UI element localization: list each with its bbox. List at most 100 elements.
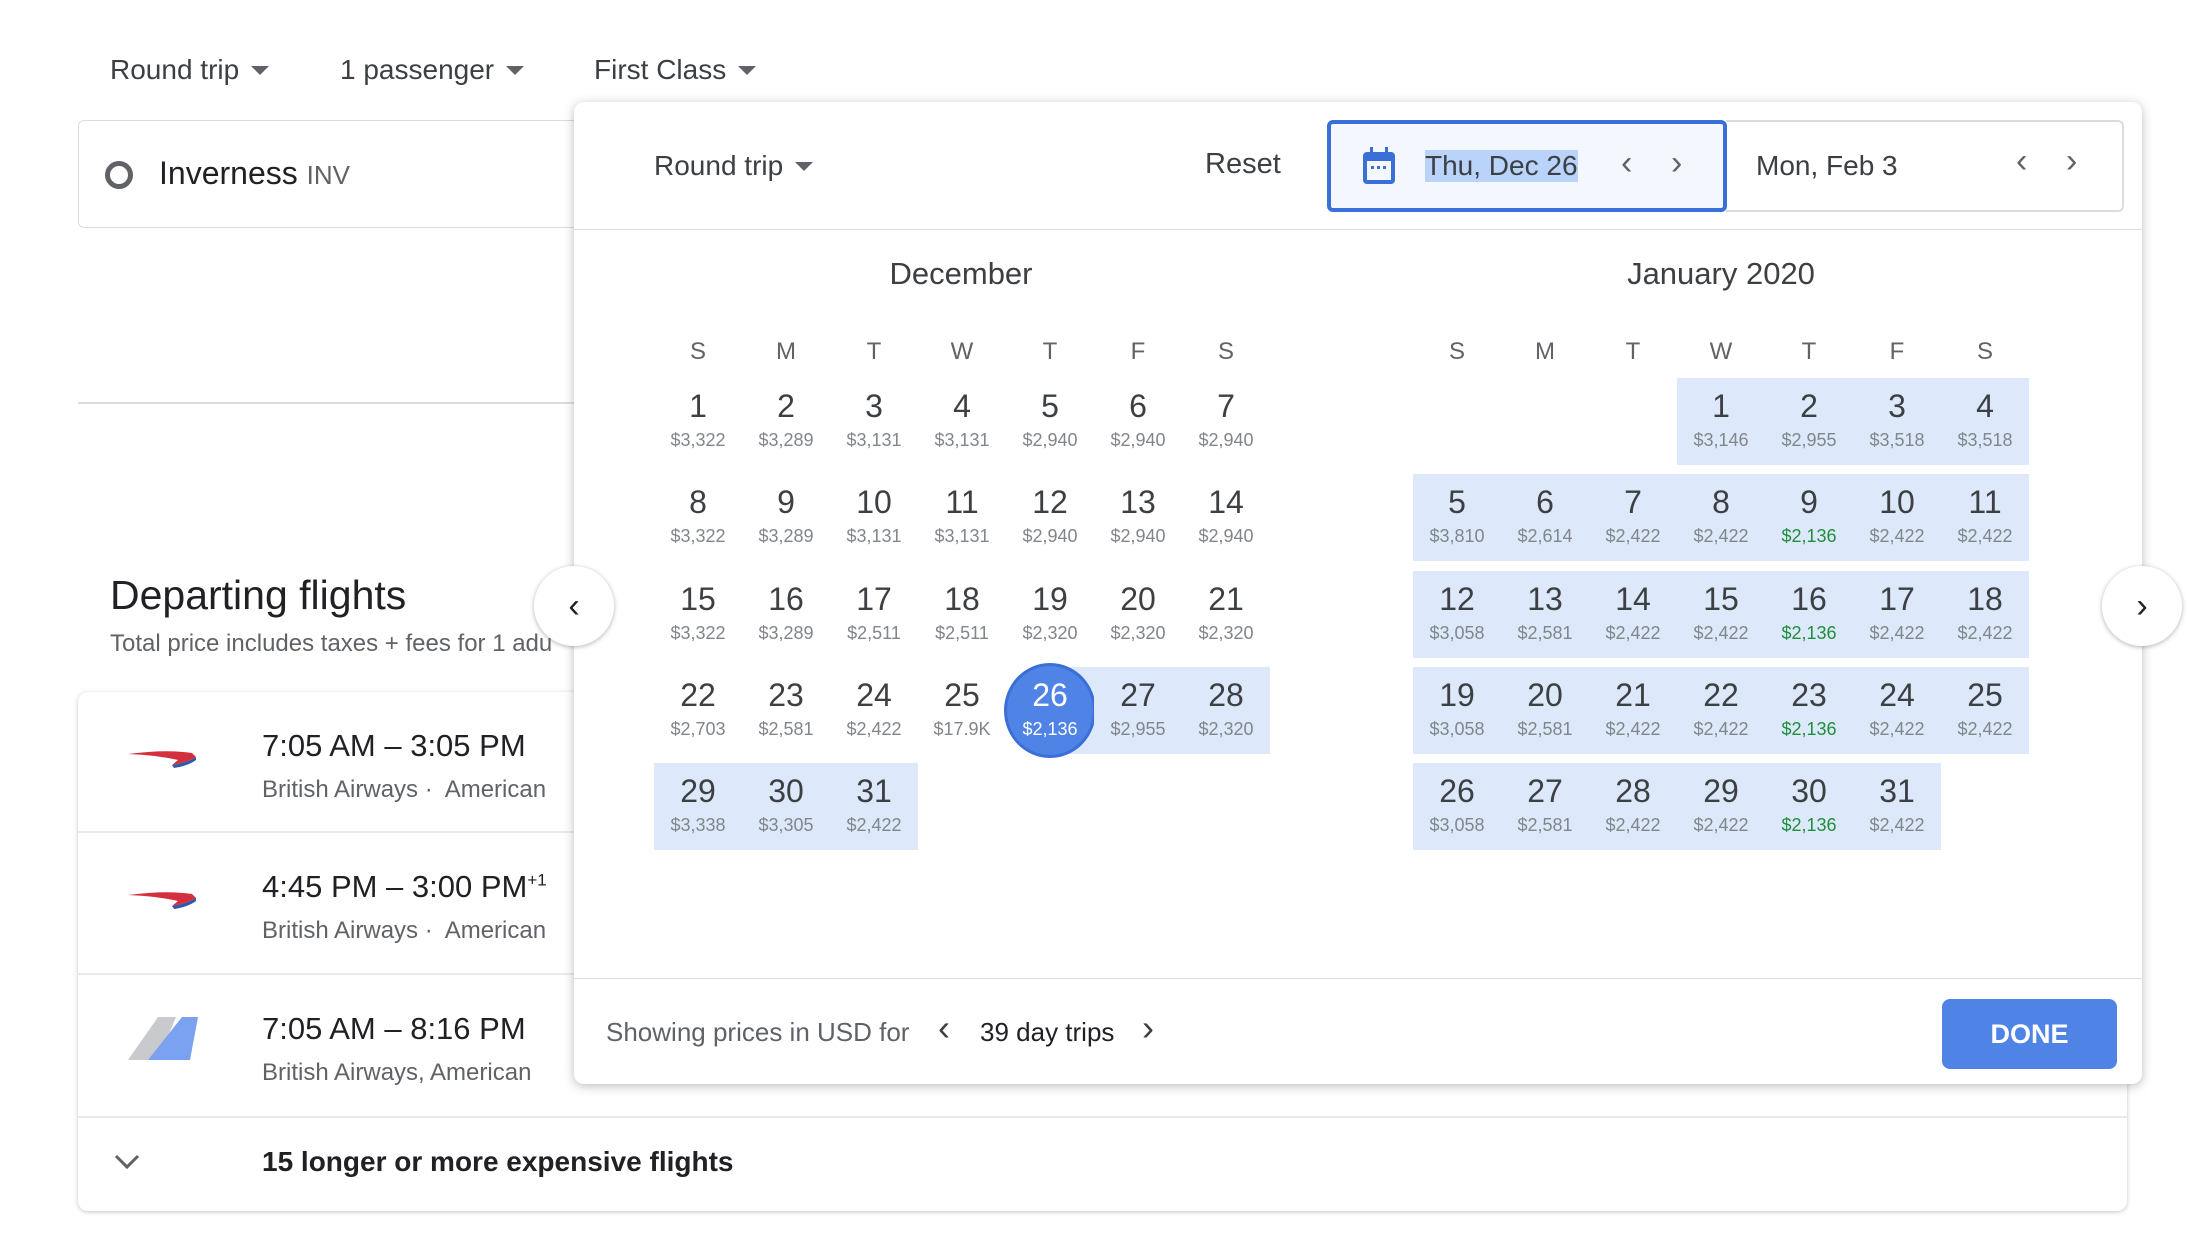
calendar-day[interactable]: 15 $2,422	[1677, 570, 1765, 658]
calendar-day[interactable]: 17 $2,422	[1853, 570, 1941, 658]
calendar-day[interactable]: 5 $3,810	[1413, 474, 1501, 562]
departure-next-day-icon[interactable]: ›	[1671, 144, 1682, 183]
calendar-day[interactable]: 14 $2,422	[1589, 570, 1677, 658]
calendar-day[interactable]: 18 $2,511	[918, 571, 1006, 658]
more-flights-toggle[interactable]: 15 longer or more expensive flights	[78, 1118, 2127, 1211]
calendar-day[interactable]: 12 $2,940	[1006, 474, 1094, 561]
calendar-day[interactable]: 9 $3,289	[742, 474, 830, 561]
calendar-day[interactable]: 30 $3,305	[742, 763, 830, 851]
calendar-day[interactable]: 15 $3,322	[654, 571, 742, 658]
day-price: $2,614	[1517, 526, 1573, 547]
return-next-day-icon[interactable]: ›	[2066, 142, 2077, 181]
calendar-day[interactable]: 4 $3,518	[1941, 378, 2029, 465]
calendar-day[interactable]: 22 $2,422	[1677, 666, 1765, 754]
calendar-day[interactable]: 28 $2,320	[1182, 666, 1270, 754]
calendar-day[interactable]: 10 $3,131	[830, 474, 918, 561]
day-number: 22	[1703, 676, 1739, 713]
calendar-day[interactable]: 26 $2,136	[1004, 662, 1096, 758]
day-number: 31	[1879, 773, 1915, 810]
popup-trip-type-dropdown[interactable]: Round trip	[654, 150, 814, 182]
price-currency-note: Showing prices in USD for	[606, 1017, 910, 1047]
calendar-day[interactable]: 17 $2,511	[830, 571, 918, 658]
day-number: 14	[1208, 484, 1244, 521]
calendar-day[interactable]: 6 $2,614	[1501, 474, 1589, 562]
calendar-day[interactable]: 29 $2,422	[1677, 763, 1765, 851]
calendar-day[interactable]: 19 $3,058	[1413, 666, 1501, 754]
flight-times: 4:45 PM – 3:00 PM	[262, 869, 528, 904]
calendar-day[interactable]: 24 $2,422	[1853, 666, 1941, 754]
calendar-day[interactable]: 27 $2,581	[1501, 763, 1589, 851]
calendar-day[interactable]: 11 $2,422	[1941, 474, 2029, 562]
calendar-day[interactable]: 31 $2,422	[830, 763, 918, 851]
british-airways-logo	[128, 892, 196, 909]
done-button[interactable]: DONE	[1942, 999, 2117, 1069]
day-number: 18	[944, 580, 980, 617]
day-number: 26	[1439, 773, 1475, 810]
day-price: $2,955	[1110, 718, 1166, 739]
calendar-day[interactable]: 4 $3,131	[918, 378, 1006, 465]
day-number: 15	[1703, 580, 1739, 617]
cabin-dropdown[interactable]: First Class	[594, 54, 757, 86]
calendar-day[interactable]: 8 $3,322	[654, 474, 742, 561]
calendar-day[interactable]: 1 $3,146	[1677, 378, 1765, 465]
calendar-day[interactable]: 7 $2,940	[1182, 378, 1270, 465]
calendar-day[interactable]: 6 $2,940	[1094, 378, 1182, 465]
calendar-day[interactable]: 26 $3,058	[1413, 763, 1501, 851]
calendar-day[interactable]: 21 $2,422	[1589, 666, 1677, 754]
day-price: $2,422	[1605, 718, 1661, 739]
calendar-day[interactable]: 1 $3,322	[654, 378, 742, 465]
calendar-day[interactable]: 13 $2,581	[1501, 570, 1589, 658]
calendar-day[interactable]: 19 $2,320	[1006, 571, 1094, 658]
calendar-day[interactable]: 5 $2,940	[1006, 378, 1094, 465]
day-price: $2,320	[1198, 718, 1254, 739]
calendar-day[interactable]: 18 $2,422	[1941, 570, 2029, 658]
departure-date-field[interactable]: Thu, Dec 26 ‹ ›	[1327, 120, 1727, 212]
day-number: 16	[1791, 580, 1827, 617]
trip-type-dropdown[interactable]: Round trip	[110, 54, 270, 86]
calendar-day[interactable]: 24 $2,422	[830, 667, 918, 754]
next-month-button[interactable]: ›	[2102, 566, 2182, 646]
calendar-day[interactable]: 30 $2,136	[1765, 763, 1853, 851]
calendar-day[interactable]: 20 $2,581	[1501, 666, 1589, 754]
calendar-day[interactable]: 7 $2,422	[1589, 474, 1677, 562]
calendar-day[interactable]: 21 $2,320	[1182, 571, 1270, 658]
calendar-day[interactable]: 9 $2,136	[1765, 474, 1853, 562]
calendar-day[interactable]: 2 $3,289	[742, 378, 830, 465]
calendar-day[interactable]: 13 $2,940	[1094, 474, 1182, 561]
return-prev-day-icon[interactable]: ‹	[2016, 142, 2027, 181]
passengers-dropdown[interactable]: 1 passenger	[340, 54, 525, 86]
calendar-day[interactable]: 3 $3,131	[830, 378, 918, 465]
day-number: 1	[689, 388, 707, 424]
calendar-day[interactable]: 14 $2,940	[1182, 474, 1270, 561]
day-price: $2,940	[1110, 430, 1166, 450]
day-price: $2,422	[1869, 815, 1925, 836]
reset-button[interactable]: Reset	[1205, 148, 1281, 181]
calendar-day[interactable]: 27 $2,955	[1094, 666, 1182, 754]
previous-month-button[interactable]: ‹	[534, 566, 614, 646]
calendar-day[interactable]: 23 $2,581	[742, 667, 830, 754]
trip-length-increase-icon[interactable]: ›	[1142, 1007, 1154, 1049]
calendar-day[interactable]: 22 $2,703	[654, 667, 742, 754]
caret-down-icon	[738, 65, 757, 75]
calendar-day[interactable]: 23 $2,136	[1765, 666, 1853, 754]
departure-prev-day-icon[interactable]: ‹	[1621, 144, 1632, 183]
calendar-day[interactable]: 28 $2,422	[1589, 763, 1677, 851]
return-date-field[interactable]: Mon, Feb 3 ‹ ›	[1726, 120, 2124, 212]
day-number: 9	[1800, 484, 1818, 521]
calendar-day[interactable]: 31 $2,422	[1853, 763, 1941, 851]
calendar-day[interactable]: 20 $2,320	[1094, 571, 1182, 658]
calendar-day[interactable]: 2 $2,955	[1765, 378, 1853, 465]
calendar-day[interactable]: 25 $17.9K	[918, 667, 1006, 754]
calendar-day[interactable]: 16 $2,136	[1765, 570, 1853, 658]
day-price: $3,131	[846, 526, 902, 547]
calendar-day[interactable]: 29 $3,338	[654, 763, 742, 851]
calendar-day[interactable]: 10 $2,422	[1853, 474, 1941, 562]
calendar-day[interactable]: 12 $3,058	[1413, 570, 1501, 658]
trip-length-decrease-icon[interactable]: ‹	[938, 1007, 950, 1049]
calendar-day[interactable]: 11 $3,131	[918, 474, 1006, 561]
calendar-day[interactable]: 8 $2,422	[1677, 474, 1765, 562]
day-number: 3	[1888, 388, 1906, 424]
calendar-day[interactable]: 16 $3,289	[742, 571, 830, 658]
calendar-day[interactable]: 3 $3,518	[1853, 378, 1941, 465]
calendar-day[interactable]: 25 $2,422	[1941, 666, 2029, 754]
